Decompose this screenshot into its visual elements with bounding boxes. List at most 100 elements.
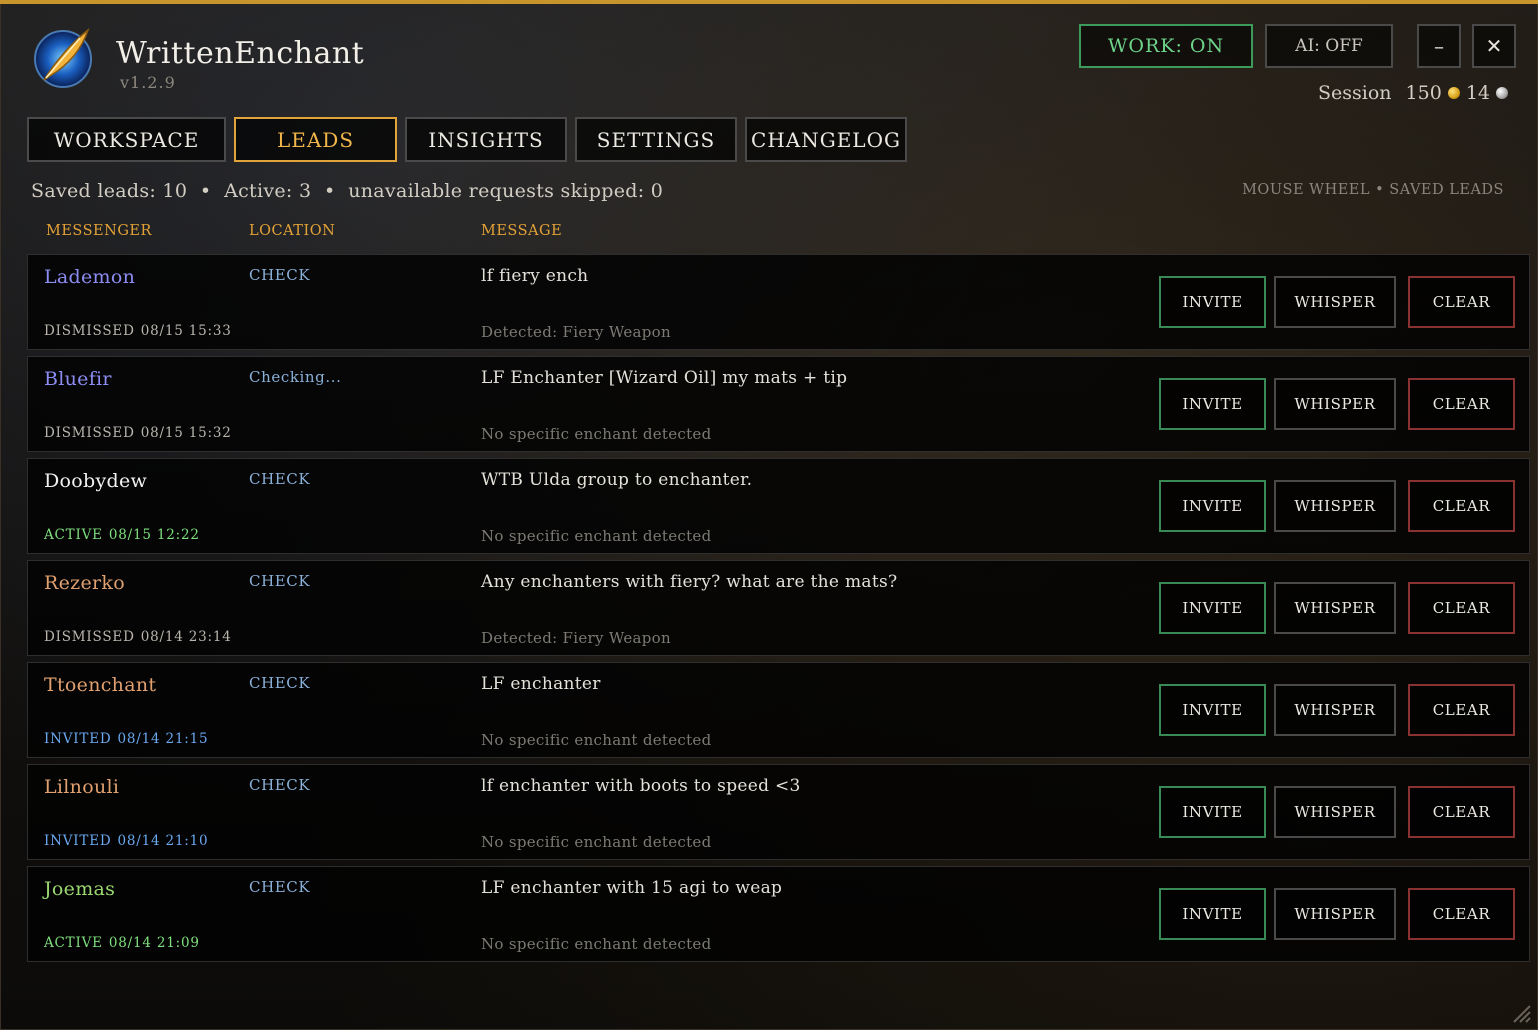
invite-button[interactable]: INVITE — [1159, 786, 1266, 838]
lead-row: Lilnouli INVITED 08/14 21:10 CHECK lf enc… — [27, 764, 1530, 860]
lead-row: Joemas ACTIVE 08/14 21:09 CHECK LF enchan… — [27, 866, 1530, 962]
lead-detected: No specific enchant detected — [481, 935, 712, 953]
leads-list: Lademon DISMISSED 08/15 15:33 CHECK lf fi… — [27, 254, 1530, 968]
lead-location-check[interactable]: CHECK — [249, 470, 310, 488]
invite-button[interactable]: INVITE — [1159, 582, 1266, 634]
lead-message: LF Enchanter [Wizard Oil] my mats + tip — [481, 368, 848, 388]
silver-coin-icon — [1496, 87, 1508, 99]
lead-name[interactable]: Doobydew — [44, 470, 147, 492]
lead-detected: Detected: Fiery Weapon — [481, 629, 671, 647]
lead-name[interactable]: Rezerko — [44, 572, 125, 594]
invite-button[interactable]: INVITE — [1159, 480, 1266, 532]
session-earnings: Session 150 14 — [1318, 82, 1508, 104]
whisper-button[interactable]: WHISPER — [1274, 684, 1396, 736]
lead-timestamp: 08/15 15:33 — [140, 323, 232, 339]
tab-settings[interactable]: SETTINGS — [575, 117, 737, 162]
app-title: WrittenEnchant — [116, 36, 365, 71]
column-header-location: LOCATION — [249, 223, 336, 239]
lead-location-check[interactable]: CHECK — [249, 878, 310, 896]
clear-button[interactable]: CLEAR — [1408, 684, 1515, 736]
lead-name[interactable]: Lademon — [44, 266, 135, 288]
session-silver: 14 — [1465, 82, 1490, 104]
lead-status-label: INVITED — [44, 731, 112, 747]
lead-name[interactable]: Bluefir — [44, 368, 112, 390]
lead-message: lf enchanter with boots to speed <3 — [481, 776, 801, 796]
lead-status: INVITED 08/14 21:15 — [44, 731, 208, 747]
column-header-messenger: MESSENGER — [46, 223, 152, 239]
gold-coin-icon — [1447, 87, 1460, 99]
lead-status-label: DISMISSED — [44, 323, 135, 339]
clear-button[interactable]: CLEAR — [1408, 276, 1515, 328]
lead-timestamp: 08/14 21:09 — [108, 935, 200, 951]
lead-row: Lademon DISMISSED 08/15 15:33 CHECK lf fi… — [27, 254, 1530, 350]
whisper-button[interactable]: WHISPER — [1274, 378, 1396, 430]
lead-timestamp: 08/15 15:32 — [140, 425, 232, 441]
resize-grip-icon[interactable] — [1510, 1002, 1532, 1024]
app-version: v1.2.9 — [120, 73, 176, 92]
lead-location-check[interactable]: CHECK — [249, 572, 310, 590]
invite-button[interactable]: INVITE — [1159, 684, 1266, 736]
lead-detected: No specific enchant detected — [481, 833, 712, 851]
clear-button[interactable]: CLEAR — [1408, 378, 1515, 430]
tab-insights[interactable]: INSIGHTS — [405, 117, 567, 162]
clear-button[interactable]: CLEAR — [1408, 786, 1515, 838]
session-label: Session — [1318, 82, 1392, 104]
invite-button[interactable]: INVITE — [1159, 888, 1266, 940]
lead-row: Rezerko DISMISSED 08/14 23:14 CHECK Any e… — [27, 560, 1530, 656]
lead-timestamp: 08/15 12:22 — [108, 527, 200, 543]
whisper-button[interactable]: WHISPER — [1274, 480, 1396, 532]
tab-leads[interactable]: LEADS — [234, 117, 397, 162]
lead-name[interactable]: Ttoenchant — [44, 674, 156, 696]
lead-timestamp: 08/14 21:15 — [117, 731, 209, 747]
lead-row: Bluefir DISMISSED 08/15 15:32 Checking...… — [27, 356, 1530, 452]
clear-button[interactable]: CLEAR — [1408, 480, 1515, 532]
lead-name[interactable]: Joemas — [44, 878, 115, 900]
tab-workspace[interactable]: WORKSPACE — [27, 117, 226, 162]
tab-bar: WORKSPACE LEADS INSIGHTS SETTINGS CHANGE… — [27, 117, 907, 162]
whisper-button[interactable]: WHISPER — [1274, 786, 1396, 838]
lead-status-label: DISMISSED — [44, 629, 135, 645]
lead-timestamp: 08/14 21:10 — [117, 833, 209, 849]
lead-location-check[interactable]: CHECK — [249, 674, 310, 692]
lead-status-label: ACTIVE — [44, 935, 103, 951]
clear-button[interactable]: CLEAR — [1408, 888, 1515, 940]
quill-logo-icon — [34, 27, 92, 88]
lead-row: Doobydew ACTIVE 08/15 12:22 CHECK WTB Uld… — [27, 458, 1530, 554]
close-button[interactable]: ✕ — [1472, 24, 1516, 68]
leads-summary: Saved leads: 10 • Active: 3 • unavailabl… — [31, 180, 664, 202]
tab-changelog[interactable]: CHANGELOG — [745, 117, 907, 162]
lead-row: Ttoenchant INVITED 08/14 21:15 CHECK LF e… — [27, 662, 1530, 758]
lead-status: INVITED 08/14 21:10 — [44, 833, 208, 849]
work-toggle-button[interactable]: WORK: ON — [1079, 24, 1253, 68]
ai-toggle-button[interactable]: AI: OFF — [1265, 24, 1393, 68]
minimize-button[interactable]: – — [1417, 24, 1461, 68]
lead-detected: No specific enchant detected — [481, 425, 712, 443]
scroll-hint: MOUSE WHEEL • SAVED LEADS — [1242, 182, 1504, 198]
lead-message: WTB Ulda group to enchanter. — [481, 470, 753, 490]
lead-status-label: INVITED — [44, 833, 112, 849]
lead-timestamp: 08/14 23:14 — [140, 629, 232, 645]
clear-button[interactable]: CLEAR — [1408, 582, 1515, 634]
lead-location-check[interactable]: CHECK — [249, 266, 310, 284]
whisper-button[interactable]: WHISPER — [1274, 888, 1396, 940]
invite-button[interactable]: INVITE — [1159, 378, 1266, 430]
lead-status: DISMISSED 08/15 15:32 — [44, 425, 232, 441]
lead-message: lf fiery ench — [481, 266, 589, 286]
lead-location-check[interactable]: CHECK — [249, 776, 310, 794]
invite-button[interactable]: INVITE — [1159, 276, 1266, 328]
column-header-message: MESSAGE — [481, 223, 563, 239]
lead-status: DISMISSED 08/15 15:33 — [44, 323, 232, 339]
lead-message: Any enchanters with fiery? what are the … — [481, 572, 898, 592]
lead-message: LF enchanter with 15 agi to weap — [481, 878, 783, 898]
lead-location-check[interactable]: Checking... — [249, 368, 341, 386]
lead-message: LF enchanter — [481, 674, 601, 694]
lead-detected: Detected: Fiery Weapon — [481, 323, 671, 341]
lead-status-label: DISMISSED — [44, 425, 135, 441]
lead-name[interactable]: Lilnouli — [44, 776, 119, 798]
lead-detected: No specific enchant detected — [481, 527, 712, 545]
whisper-button[interactable]: WHISPER — [1274, 582, 1396, 634]
session-gold: 150 — [1405, 82, 1442, 104]
lead-status-label: ACTIVE — [44, 527, 103, 543]
whisper-button[interactable]: WHISPER — [1274, 276, 1396, 328]
lead-status: DISMISSED 08/14 23:14 — [44, 629, 232, 645]
